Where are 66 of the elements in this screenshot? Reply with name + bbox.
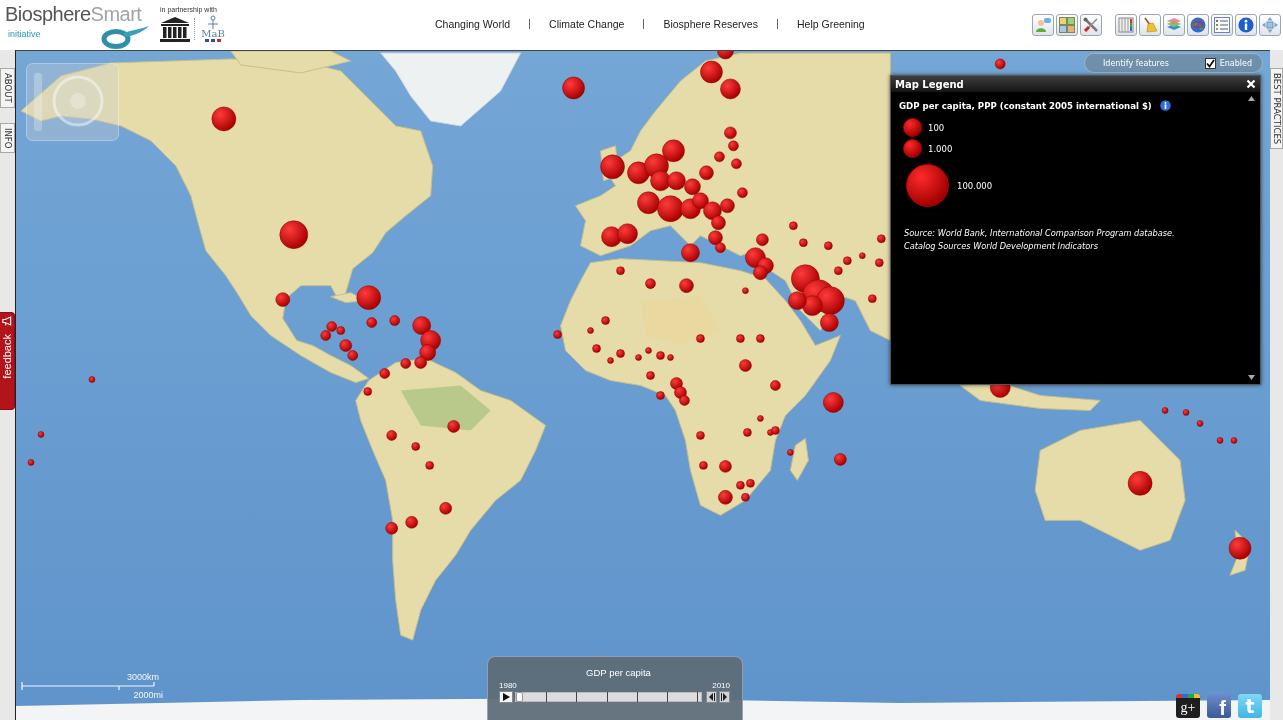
side-tab[interactable]: ABOUT [0,68,15,108]
layers-icon [1166,17,1182,33]
timeline-thumb[interactable] [516,692,523,702]
list-icon [1214,17,1230,33]
user-chat-button[interactable] [1032,14,1054,36]
timeline-title: GDP per capita [586,667,651,678]
user-chat-icon [1035,17,1051,33]
broom-icon [1142,17,1158,33]
step-forward-button[interactable] [719,691,730,703]
legend-title: Map Legend [895,78,964,90]
play-button[interactable] [499,691,513,703]
mab-logo: MaB [199,15,227,43]
scale-metric-label: 3000km [126,672,159,682]
scroll-down-icon[interactable] [1248,375,1255,380]
enabled-checkbox[interactable] [1204,57,1216,69]
tools-button[interactable] [1080,14,1102,36]
timeline-track[interactable] [515,692,702,702]
checkmark-icon [1205,58,1215,68]
scale-imperial-label: 2000mi [133,690,163,700]
list-button[interactable] [1211,14,1233,36]
globe-button[interactable] [1187,14,1209,36]
close-icon [1246,79,1256,89]
globe-icon [1190,17,1206,33]
legend-source-text: Source: World Bank, International Comparison Program database. Catalog Sources World Development Indicators [904,227,1175,253]
timeline-start-year: 1980 [499,681,517,690]
tools-icon [1083,17,1099,33]
close-button[interactable] [1246,79,1256,89]
identify-features-label: Identify features [1103,58,1169,68]
nav-link[interactable]: Changing World [416,18,530,30]
legend-heading: GDP per capita, PPP (constant 2005 international $) [899,100,1152,111]
nav-link[interactable]: Climate Change [530,18,644,30]
move-button[interactable] [1259,14,1281,36]
bubble-icon [903,118,922,137]
feedback-tab[interactable]: feedback [0,312,15,410]
legend-value: 100.000 [957,180,993,191]
side-tab[interactable]: INFO [0,122,15,154]
step-back-icon [708,693,715,701]
step-forward-icon [721,693,728,701]
columns-icon [1118,17,1134,33]
play-icon [502,693,510,701]
grid-button[interactable] [1056,14,1078,36]
layers-button[interactable] [1163,14,1185,36]
step-back-button[interactable] [706,691,717,703]
nav-link[interactable]: Biosphere Reserves [644,18,777,30]
nav-link[interactable]: Help Greening [777,18,884,30]
broom-button[interactable] [1139,14,1161,36]
info-icon [1238,17,1254,33]
legend-value: 1.000 [928,143,953,154]
scroll-up-icon[interactable] [1248,96,1255,101]
facebook-button[interactable]: f [1207,694,1231,718]
bubble-icon [903,139,922,158]
timeline-end-year: 2010 [712,681,730,690]
brand-tagline: initiative [8,29,41,39]
columns-button[interactable] [1115,14,1137,36]
side-tab[interactable]: BEST PRACTICES [1270,68,1283,150]
temple-logo-icon [160,16,190,42]
info-button[interactable] [1235,14,1257,36]
legend-value: 100 [928,122,945,133]
grid-icon [1059,17,1075,33]
info-icon[interactable] [1159,100,1171,111]
brand-wordmark: BiosphereSmart [5,2,142,26]
google-plus-button[interactable]: g+ [1176,694,1200,718]
bubble-icon [906,164,949,207]
move-icon [1262,17,1278,33]
megaphone-icon [1,316,13,326]
enabled-label: Enabled [1219,58,1252,68]
